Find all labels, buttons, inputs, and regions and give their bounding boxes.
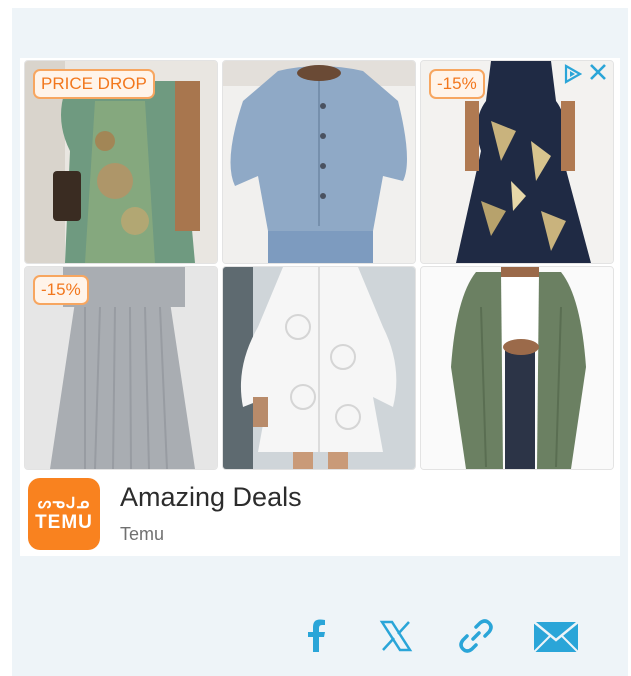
temu-logo: ᔕᓀᒍᓄ TEMU: [28, 478, 100, 550]
share-link-button[interactable]: [454, 614, 498, 658]
white-lace-dress-image: [223, 267, 415, 469]
product-tile-green-dress[interactable]: PRICE DROP: [24, 60, 218, 264]
facebook-icon: [308, 619, 325, 652]
share-x-button[interactable]: [374, 614, 418, 658]
close-x-icon[interactable]: [588, 62, 608, 82]
ad-footer[interactable]: ᔕᓀᒍᓄ TEMU Amazing Deals Temu: [20, 472, 620, 556]
share-facebook-button[interactable]: [294, 614, 338, 658]
discount-badge: -15%: [429, 69, 485, 99]
green-cardigan-image: [421, 267, 613, 469]
adchoices-triangle-icon[interactable]: [564, 64, 582, 84]
temu-logo-text: TEMU: [35, 512, 93, 533]
x-twitter-icon: [379, 620, 413, 652]
advertisement-card[interactable]: PRICE DROP -15% -15% ᔕᓀᒍᓄ TEMU Amazing D…: [20, 58, 620, 556]
email-icon: [533, 621, 579, 653]
discount-badge: -15%: [33, 275, 89, 305]
share-email-button[interactable]: [532, 614, 580, 658]
product-tile-green-cardigan[interactable]: [420, 266, 614, 470]
advertiser-name: Temu: [120, 524, 165, 544]
product-tile-blue-sweater[interactable]: [222, 60, 416, 264]
product-tile-grey-dress[interactable]: -15%: [24, 266, 218, 470]
blue-sweater-image: [223, 61, 415, 263]
ad-title[interactable]: Amazing Deals: [120, 482, 302, 513]
product-tile-navy-dress[interactable]: -15%: [420, 60, 614, 264]
price-drop-badge: PRICE DROP: [33, 69, 155, 99]
temu-logo-glyphs: ᔕᓀᒍᓄ: [37, 495, 91, 512]
link-icon: [459, 619, 493, 653]
product-tile-white-dress[interactable]: [222, 266, 416, 470]
